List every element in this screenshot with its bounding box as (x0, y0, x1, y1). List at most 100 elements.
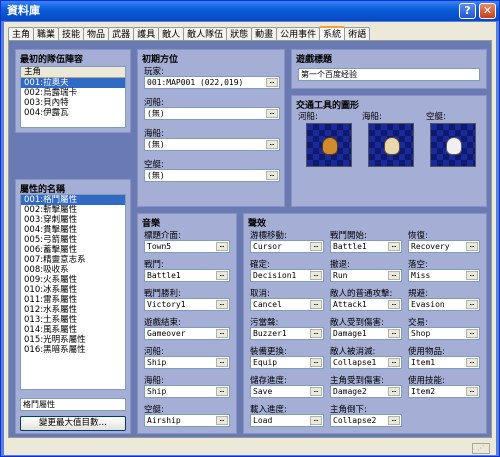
ship-graphic[interactable] (368, 123, 414, 167)
sound-col3-4-field[interactable]: Item1… (408, 356, 480, 369)
sound-col1-4-field[interactable]: Equip… (250, 356, 324, 369)
sound-col2-5-browse-button[interactable]: … (388, 387, 400, 396)
element-list-item[interactable]: 002:斬擊屬性 (21, 205, 125, 215)
music-0-value: Town5 (147, 242, 172, 251)
sound-col2-1-field[interactable]: Run… (330, 269, 402, 282)
sound-col2-4-field[interactable]: Collapse1… (330, 356, 402, 369)
player-position-field[interactable]: 001:MAP001 (022,019)… (144, 76, 280, 89)
music-3-field[interactable]: Gameover… (144, 327, 230, 340)
sound-col2-2-field[interactable]: Attack1… (330, 298, 402, 311)
element-list-item[interactable]: 010:冰系屬性 (21, 285, 125, 295)
sound-col3-1-field[interactable]: Miss… (408, 269, 480, 282)
sound-col2-2-browse-button[interactable]: … (388, 300, 400, 309)
ship-position-field[interactable]: (無)… (144, 138, 280, 151)
sound-col1-4-browse-button[interactable]: … (310, 358, 322, 367)
close-button[interactable]: ✕ (479, 3, 496, 19)
music-1-browse-button[interactable]: … (216, 271, 228, 280)
change-max-button[interactable]: 變更最大值目數… (20, 416, 126, 431)
element-list-item[interactable]: 006:蓄擊屬性 (21, 245, 125, 255)
element-list-item[interactable]: 016:黑暗系屬性 (21, 345, 125, 355)
element-list-item[interactable]: 013:土系屬性 (21, 315, 125, 325)
airship-graphic[interactable] (430, 123, 476, 167)
music-6-browse-button[interactable]: … (216, 416, 228, 425)
party-list-item[interactable]: 002:烏露瑞卡 (21, 88, 125, 98)
element-name-field[interactable]: 格鬥屬性 (20, 398, 126, 411)
sound-effects-group: 聲效 游標移動: Cursor… 確定: Decision1… 取消: Cancel… 污當… (243, 213, 487, 434)
airship-position-browse-button[interactable]: … (266, 171, 278, 180)
elements-list[interactable]: 001:格鬥屬性 002:斬擊屬性 003:穿刺屬性 004:貫擊屬性 005:弓箭屬性… (20, 194, 126, 390)
sound-col3-3-browse-button[interactable]: … (466, 329, 478, 338)
element-list-item[interactable]: 007:精靈意志系 (21, 255, 125, 265)
sound-col3-0-browse-button[interactable]: … (466, 242, 478, 251)
element-list-item[interactable]: 014:風系屬性 (21, 325, 125, 335)
music-5-browse-button[interactable]: … (216, 387, 228, 396)
element-list-item[interactable]: 005:弓箭屬性 (21, 235, 125, 245)
ship-position-browse-button[interactable]: … (266, 140, 278, 149)
element-list-item[interactable]: 009:火系屬性 (21, 275, 125, 285)
music-1-field[interactable]: Battle1 … (144, 269, 230, 282)
sound-col1-6-browse-button[interactable]: … (310, 416, 322, 425)
sound-col1-3-field[interactable]: Buzzer1… (250, 327, 324, 340)
sound-col1-0-browse-button[interactable]: … (310, 242, 322, 251)
sound-col1-2-field[interactable]: Cancel… (250, 298, 324, 311)
help-button[interactable]: ? (459, 3, 476, 19)
music-2-value: Victory1 (147, 300, 186, 309)
sound-col3-2-field[interactable]: Evasion… (408, 298, 480, 311)
party-list-item[interactable]: 001:拉奧夫 (21, 78, 125, 88)
music-2-browse-button[interactable]: … (216, 300, 228, 309)
game-title-input[interactable]: 第一个百度经验 (298, 68, 480, 81)
music-2-field[interactable]: Victory1 … (144, 298, 230, 311)
resize-grip-icon[interactable]: ⋰ (472, 443, 490, 454)
sound-col2-0-browse-button[interactable]: … (388, 242, 400, 251)
party-list[interactable]: 主角 001:拉奧夫 002:烏露瑞卡 003:貝內特 004:伊露瓦 (20, 66, 126, 128)
party-list-item[interactable]: 004:伊露瓦 (21, 108, 125, 118)
sound-col1-2-browse-button[interactable]: … (310, 300, 322, 309)
sound-col3-1-browse-button[interactable]: … (466, 271, 478, 280)
music-0-field[interactable]: Town5 … (144, 240, 230, 253)
sound-col3-2-browse-button[interactable]: … (466, 300, 478, 309)
boat-position-field[interactable]: (無)… (144, 107, 280, 120)
sound-col1-6-field[interactable]: Load… (250, 414, 324, 427)
sound-col1-1-value: Decision1 (253, 271, 297, 280)
sound-col3-3-field[interactable]: Shop… (408, 327, 480, 340)
sound-col1-3-browse-button[interactable]: … (310, 329, 322, 338)
sound-col2-3-browse-button[interactable]: … (388, 329, 400, 338)
music-1-value: Battle1 (147, 271, 181, 280)
sound-col2-5-field[interactable]: Damage2… (330, 385, 402, 398)
element-list-item[interactable]: 012:水系屬性 (21, 305, 125, 315)
sound-col3-5-browse-button[interactable]: … (466, 387, 478, 396)
element-list-item[interactable]: 004:貫擊屬性 (21, 225, 125, 235)
music-0-browse-button[interactable]: … (216, 242, 228, 251)
sound-col2-6-browse-button[interactable]: … (388, 416, 400, 425)
sound-col1-1-browse-button[interactable]: … (310, 271, 322, 280)
sound-col2-0-field[interactable]: Battle1… (330, 240, 402, 253)
sound-col3-5-field[interactable]: Item2… (408, 385, 480, 398)
boat-position-browse-button[interactable]: … (266, 109, 278, 118)
player-position-browse-button[interactable]: … (266, 78, 278, 87)
music-4-value: Ship (147, 358, 167, 367)
sound-col1-1-field[interactable]: Decision1 … (250, 269, 324, 282)
sound-col3-4-browse-button[interactable]: … (466, 358, 478, 367)
music-4-field[interactable]: Ship … (144, 356, 230, 369)
element-list-item[interactable]: 003:穿刺屬性 (21, 215, 125, 225)
sound-col2-3-field[interactable]: Damage1… (330, 327, 402, 340)
element-list-item[interactable]: 011:雷系屬性 (21, 295, 125, 305)
window-titlebar[interactable]: 資料庫 ? ✕ (1, 1, 499, 21)
sound-col1-0-field[interactable]: Cursor… (250, 240, 324, 253)
sound-col2-6-field[interactable]: Collapse2… (330, 414, 402, 427)
sound-col2-4-browse-button[interactable]: … (388, 358, 400, 367)
sound-col1-5-browse-button[interactable]: … (310, 387, 322, 396)
party-list-item[interactable]: 003:貝內特 (21, 98, 125, 108)
sound-col3-0-field[interactable]: Recovery… (408, 240, 480, 253)
boat-graphic[interactable] (306, 123, 352, 167)
music-6-field[interactable]: Airship… (144, 414, 230, 427)
sound-col1-5-field[interactable]: Save… (250, 385, 324, 398)
element-list-item[interactable]: 008:吸收系 (21, 265, 125, 275)
music-4-browse-button[interactable]: … (216, 358, 228, 367)
music-3-browse-button[interactable]: … (216, 329, 228, 338)
element-list-item[interactable]: 001:格鬥屬性 (21, 195, 125, 205)
sound-col2-1-browse-button[interactable]: … (388, 271, 400, 280)
music-5-field[interactable]: Ship… (144, 385, 230, 398)
airship-position-field[interactable]: (無)… (144, 169, 280, 182)
element-list-item[interactable]: 015:光明系屬性 (21, 335, 125, 345)
